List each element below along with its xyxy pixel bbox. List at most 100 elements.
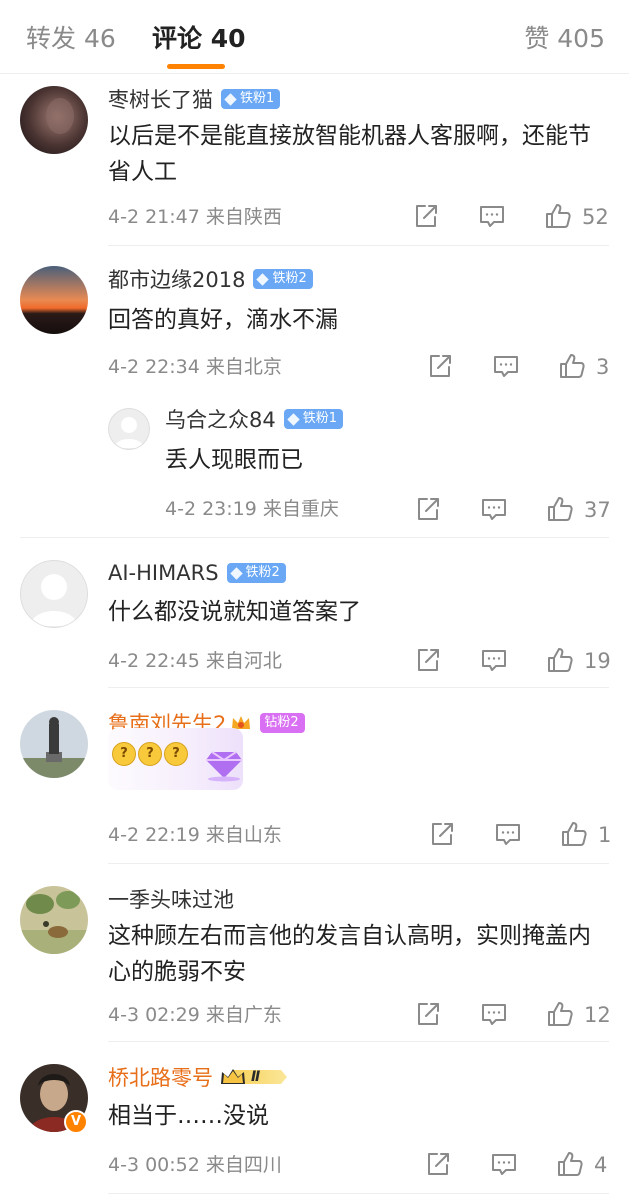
share-icon[interactable] [414,495,442,523]
comment-location: 来自山东 [205,824,282,846]
share-icon[interactable] [414,1000,442,1028]
like-icon[interactable] [556,1150,584,1178]
share-icon[interactable] [424,1150,452,1178]
username[interactable]: 乌合之众84 [165,404,276,434]
comment-header: 一季头味过池 [108,884,234,914]
like-count: 52 [582,205,609,229]
comment-tabs: 转发 46 评论 40 赞 405 [0,0,629,74]
comment-item[interactable]: V 桥北路零号 Ⅱ 相当于……没说 4-3 00:52来自四川 4 [0,1042,629,1200]
fan-badge-label: 铁粉1 [240,91,275,106]
active-tab-indicator [167,64,225,69]
username[interactable]: 都市边缘2018 [108,264,245,294]
comment-time: 4-2 22:45 [108,650,200,672]
comment-meta: 4-2 22:19 来自山东 [108,822,282,848]
like-icon[interactable] [546,1000,574,1028]
reply-icon[interactable] [480,646,508,674]
comment-text: 以后是不是能直接放智能机器人客服啊，还能节省人工 [108,123,591,185]
comment-time: 4-2 23:19 [165,498,257,520]
share-icon[interactable] [412,202,440,230]
confused-emoji: ? [138,742,162,766]
like-count: 37 [584,498,611,522]
default-avatar[interactable] [20,560,88,628]
share-icon[interactable] [414,646,442,674]
fan-badge: 铁粉2 [253,269,313,289]
statue-avatar[interactable] [20,710,88,778]
fan-badge-label: 钻粉2 [264,715,299,730]
like-icon[interactable] [560,820,588,848]
like-count: 4 [594,1153,608,1177]
tab-repost[interactable]: 转发 46 [26,22,116,56]
sunset-avatar[interactable] [20,266,88,334]
divider [108,1193,609,1194]
comment-meta: 4-2 22:34 来自北京 [108,354,282,380]
comment-meta: 4-2 23:19 来自重庆 [165,496,339,522]
like-icon[interactable] [558,352,586,380]
gem-icon [256,272,270,286]
fan-badge: 铁粉1 [221,89,281,109]
comment-location: 来自北京 [205,356,282,378]
fan-badge-label: 铁粉1 [302,411,338,426]
verified-badge-icon: V [64,1110,88,1134]
username[interactable]: 枣树长了猫 [108,84,213,114]
confused-emoji: ? [112,742,136,766]
comment-item[interactable]: 鲁南刘先生2 钻粉2 ? ? ? 4-2 22:19 来自山东 1 [0,688,629,864]
reply-icon[interactable] [480,1000,508,1028]
comment-text: 相当于……没说 [108,1103,269,1129]
fan-badge: 钻粉2 [260,713,305,733]
like-count: 19 [584,649,611,673]
comment-meta: 4-3 02:29 来自广东 [108,1002,282,1028]
share-icon[interactable] [428,820,456,848]
comment-item[interactable]: 枣树长了猫 铁粉1 以后是不是能直接放智能机器人客服啊，还能节省人工 4-2 2… [0,74,629,246]
comment-text: 什么都没说就知道答案了 [108,599,361,625]
like-icon[interactable] [546,495,574,523]
fan-badge: 铁粉2 [226,563,286,583]
comment-header: 枣树长了猫 铁粉1 [108,84,281,114]
comment-meta: 4-2 21:47 来自陕西 [108,204,282,230]
like-count: 1 [598,823,612,847]
comment-location: 来自陕西 [205,206,282,228]
comment-header: 都市边缘2018 铁粉2 [108,264,313,294]
comment-item[interactable]: 一季头味过池 这种顾左右而言他的发言自认高明，实则掩盖内心的脆弱不安 4-3 0… [0,864,629,1042]
emoji-sticker-message: ? ? ? [108,728,243,790]
comment-text: 这种顾左右而言他的发言自认高明，实则掩盖内心的脆弱不安 [108,923,591,985]
reply-icon[interactable] [492,352,520,380]
comment-time: 4-3 02:29 [108,1004,200,1026]
comment-location: 来自河北 [205,650,282,672]
gem-icon [287,412,300,426]
comment-text: 丢人现眼而已 [165,447,303,473]
reply-icon[interactable] [494,820,522,848]
reply-icon[interactable] [490,1150,518,1178]
like-icon[interactable] [546,646,574,674]
comment-time: 4-2 22:34 [108,356,200,378]
comment-item[interactable]: AI-HIMARS 铁粉2 什么都没说就知道答案了 4-2 22:45 来自河北 … [0,538,629,688]
fan-badge-label: 铁粉2 [272,271,307,286]
painting-avatar[interactable] [20,886,88,954]
username[interactable]: AI-HIMARS [108,561,219,585]
default-avatar[interactable] [108,408,150,450]
fan-badge: 铁粉1 [283,409,344,429]
comment-location: 来自重庆 [262,498,339,520]
comment-time: 4-2 21:47 [108,206,200,228]
comment-header: 桥北路零号 Ⅱ [108,1062,287,1092]
username[interactable]: 桥北路零号 [108,1062,213,1092]
like-count: 12 [584,1003,611,1027]
diamond-sticker-icon [206,751,242,782]
comment-time: 4-3 00:52 [108,1154,200,1176]
comment-item[interactable]: 都市边缘2018 铁粉2 回答的真好，滴水不漏 4-2 22:34 来自北京 3 [0,246,629,396]
reply-icon[interactable] [478,202,506,230]
share-icon[interactable] [426,352,454,380]
comment-header: AI-HIMARS 铁粉2 [108,558,286,588]
reply-icon[interactable] [480,495,508,523]
gem-icon [224,92,237,106]
tab-like[interactable]: 赞 405 [524,22,605,56]
dark-photo-avatar[interactable] [20,86,88,154]
fan-badge-label: 铁粉2 [245,565,280,580]
like-icon[interactable] [544,202,572,230]
username[interactable]: 一季头味过池 [108,884,234,914]
comment-location: 来自广东 [205,1004,282,1026]
confused-emoji: ? [164,742,188,766]
comment-time: 4-2 22:19 [108,824,200,846]
reply-item[interactable]: 乌合之众84 铁粉1 丢人现眼而已 4-2 23:19 来自重庆 37 [0,396,629,538]
comment-text: 回答的真好，滴水不漏 [108,307,338,333]
gem-icon [229,566,243,580]
